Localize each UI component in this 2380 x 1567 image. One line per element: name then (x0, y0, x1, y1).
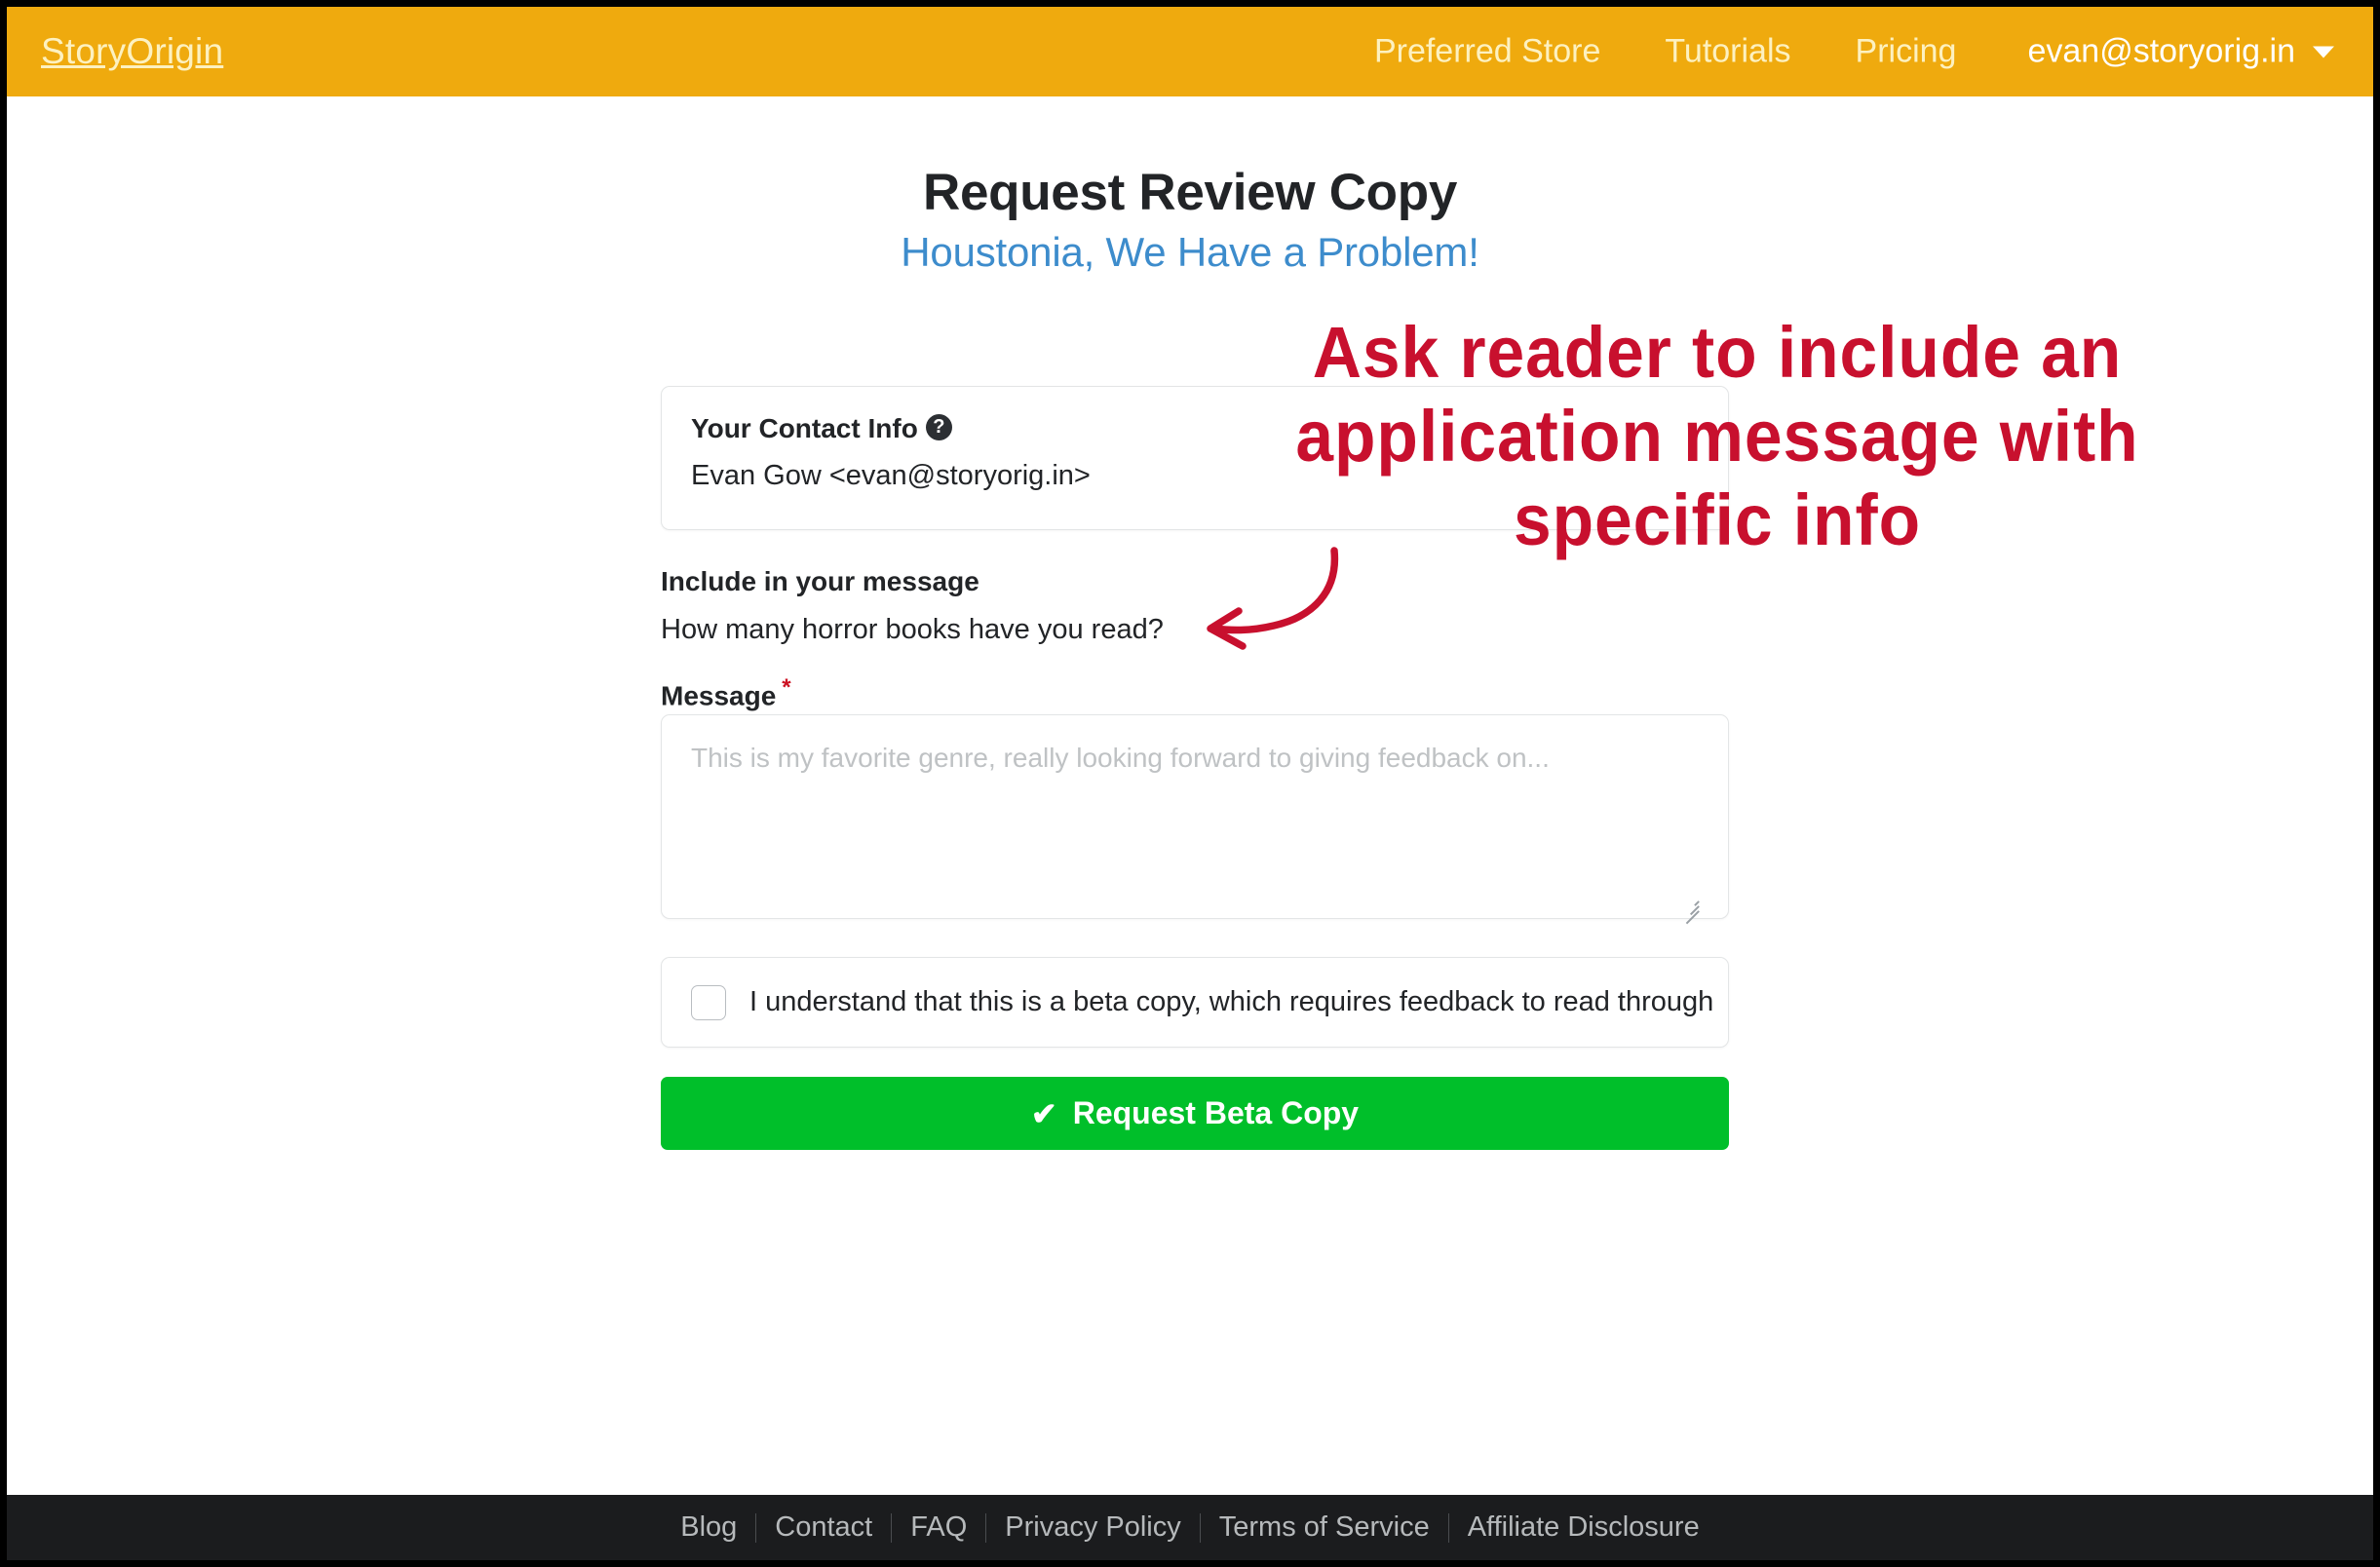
message-input[interactable] (661, 714, 1729, 919)
footer-link-faq[interactable]: FAQ (892, 1511, 985, 1544)
footer-link-affiliate-disclosure[interactable]: Affiliate Disclosure (1449, 1511, 1718, 1544)
top-navbar: StoryOrigin Preferred Store Tutorials Pr… (7, 7, 2373, 96)
chevron-down-icon[interactable] (2313, 46, 2334, 57)
footer-link-privacy-policy[interactable]: Privacy Policy (986, 1511, 1200, 1544)
nav-link-tutorials[interactable]: Tutorials (1632, 33, 1823, 71)
check-icon: ✔ (1030, 1095, 1057, 1131)
nav-link-preferred-store[interactable]: Preferred Store (1342, 33, 1632, 71)
annotation-line-1: Ask reader to include an (1312, 312, 2123, 393)
request-beta-copy-button[interactable]: ✔ Request Beta Copy (661, 1077, 1729, 1150)
beta-agreement-card[interactable]: I understand that this is a beta copy, w… (661, 957, 1729, 1048)
beta-agreement-label: I understand that this is a beta copy, w… (749, 986, 1714, 1017)
contact-info-value: Evan Gow <evan@storyorig.in> (691, 460, 1091, 491)
nav-link-pricing[interactable]: Pricing (1823, 33, 1989, 71)
include-in-message-block: Include in your message How many horror … (661, 566, 1729, 646)
question-mark-circle-icon[interactable]: ? (925, 413, 952, 440)
site-footer: Blog Contact FAQ Privacy Policy Terms of… (7, 1495, 2373, 1560)
contact-info-label: Your Contact Info (691, 413, 918, 443)
include-in-message-question: How many horror books have you read? (661, 614, 1164, 645)
contact-info-card: Your Contact Info? Evan Gow <evan@storyo… (661, 386, 1729, 530)
footer-link-blog[interactable]: Blog (662, 1511, 755, 1544)
required-asterisk: * (782, 674, 791, 701)
request-form: Your Contact Info? Evan Gow <evan@storyo… (661, 386, 1729, 1150)
navbar-right-group: Preferred Store Tutorials Pricing evan@s… (1342, 33, 2356, 71)
footer-link-terms-of-service[interactable]: Terms of Service (1201, 1511, 1448, 1544)
page-subtitle: Houstonia, We Have a Problem! (901, 229, 1479, 275)
request-beta-copy-label: Request Beta Copy (1072, 1095, 1360, 1130)
brand-logo[interactable]: StoryOrigin (41, 31, 223, 72)
beta-agreement-checkbox[interactable] (691, 984, 726, 1020)
include-in-message-label: Include in your message (661, 566, 979, 596)
message-label-text: Message (661, 680, 777, 711)
footer-link-contact[interactable]: Contact (756, 1511, 891, 1544)
message-field-label: Message * (661, 674, 791, 711)
page-root: StoryOrigin Preferred Store Tutorials Pr… (7, 7, 2373, 1560)
page-title: Request Review Copy (922, 164, 1457, 221)
account-menu-email[interactable]: evan@storyorig.in (1988, 33, 2313, 71)
